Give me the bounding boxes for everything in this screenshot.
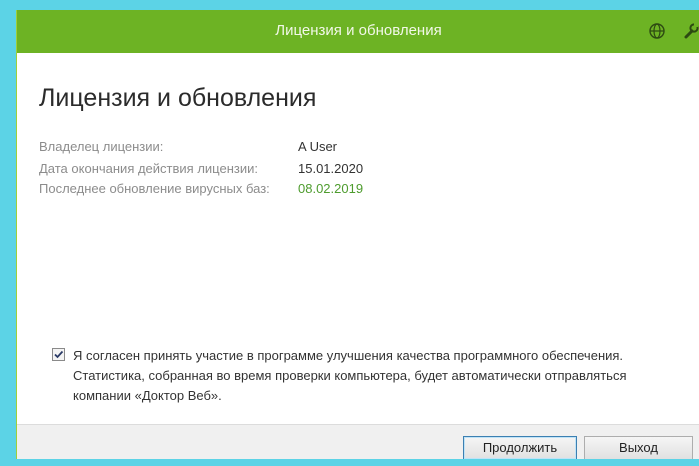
window-title: Лицензия и обновления bbox=[275, 22, 442, 39]
continue-button[interactable]: Продолжить bbox=[463, 436, 577, 459]
exit-button[interactable]: Выход bbox=[584, 436, 693, 459]
page-title: Лицензия и обновления bbox=[39, 84, 317, 112]
agreement-checkbox[interactable] bbox=[52, 348, 65, 361]
globe-icon[interactable] bbox=[647, 21, 667, 41]
license-expiry-label: Дата окончания действия лицензии: bbox=[39, 161, 258, 176]
license-owner-label: Владелец лицензии: bbox=[39, 139, 164, 154]
dialog-window: Лицензия и обновления Лицензия и обновле… bbox=[16, 10, 699, 459]
title-bar: Лицензия и обновления bbox=[17, 10, 699, 53]
last-update-label: Последнее обновление вирусных баз: bbox=[39, 181, 270, 196]
license-expiry-value: 15.01.2020 bbox=[298, 161, 364, 176]
agreement-text: Я согласен принять участие в программе у… bbox=[73, 348, 627, 403]
wrench-icon[interactable] bbox=[681, 21, 699, 41]
button-bar: Продолжить Выход bbox=[17, 424, 699, 459]
last-update-value: 08.02.2019 bbox=[298, 181, 364, 196]
license-owner-value: A User bbox=[298, 139, 338, 154]
